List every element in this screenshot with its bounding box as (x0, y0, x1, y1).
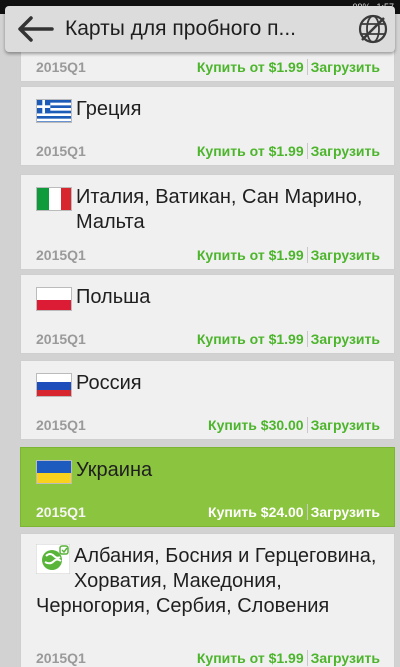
buy-button[interactable]: Купить от $1.99 (197, 143, 308, 159)
buy-button[interactable]: Купить от $1.99 (197, 650, 308, 666)
buy-button[interactable]: Купить $30.00 (208, 417, 308, 433)
edition-label: 2015Q1 (36, 650, 86, 666)
item-name: Албания, Босния и Герцеговина, Хорватия,… (36, 545, 377, 617)
buy-button[interactable]: Купить $24.00 (208, 504, 308, 520)
russia-flag-icon (36, 373, 72, 397)
buy-button[interactable]: Купить от $1.99 (197, 59, 308, 75)
item-name-row: Россия (21, 361, 394, 397)
item-name: Польша (76, 286, 151, 308)
item-actions: 2015Q1 Купить от $1.99 Загрузить (36, 330, 380, 348)
buy-button[interactable]: Купить от $1.99 (197, 247, 308, 263)
list-item[interactable]: Россия 2015Q1 Купить $30.00 Загрузить (20, 360, 395, 440)
poland-flag-icon (36, 287, 72, 311)
buy-button[interactable]: Купить от $1.99 (197, 331, 308, 347)
item-name: Украина (76, 459, 153, 481)
action-bar: Карты для пробного п... (5, 6, 395, 52)
globe-button[interactable] (351, 6, 395, 52)
download-button[interactable]: Загрузить (308, 331, 380, 347)
edition-label: 2015Q1 (36, 247, 86, 263)
item-actions: 2015Q1 Купить от $1.99 Загрузить (36, 58, 380, 76)
list-item[interactable]: Албания, Босния и Герцеговина, Хорватия,… (20, 533, 395, 667)
item-name: Россия (76, 372, 142, 394)
list-item[interactable]: Польша 2015Q1 Купить от $1.99 Загрузить (20, 274, 395, 354)
ukraine-flag-icon (36, 460, 72, 484)
item-name-row: Албания, Босния и Герцеговина, Хорватия,… (21, 534, 394, 619)
list-item[interactable]: Греция 2015Q1 Купить от $1.99 Загрузить (20, 86, 395, 166)
edition-label: 2015Q1 (36, 59, 86, 75)
item-actions: 2015Q1 Купить $24.00 Загрузить (36, 503, 380, 521)
item-name-row: Польша (21, 275, 394, 311)
list-item[interactable]: Италия, Ватикан, Сан Марино, Мальта 2015… (20, 174, 395, 270)
item-name-row: Греция (21, 87, 394, 123)
item-actions: 2015Q1 Купить $30.00 Загрузить (36, 416, 380, 434)
item-name: Италия, Ватикан, Сан Марино, Мальта (76, 186, 363, 233)
item-name-row: Украина (21, 448, 394, 484)
back-button[interactable] (5, 6, 65, 52)
greece-flag-icon (36, 99, 72, 123)
globe-crossed-icon (358, 14, 388, 44)
item-actions: 2015Q1 Купить от $1.99 Загрузить (36, 246, 380, 264)
item-name-row: Италия, Ватикан, Сан Марино, Мальта (21, 175, 394, 235)
download-button[interactable]: Загрузить (308, 59, 380, 75)
download-button[interactable]: Загрузить (308, 247, 380, 263)
download-button[interactable]: Загрузить (308, 417, 380, 433)
italy-flag-icon (36, 187, 72, 211)
download-button[interactable]: Загрузить (308, 143, 380, 159)
region-globe-icon (36, 544, 70, 574)
download-button[interactable]: Загрузить (308, 504, 380, 520)
arrow-left-icon (18, 16, 54, 42)
item-actions: 2015Q1 Купить от $1.99 Загрузить (36, 142, 380, 160)
edition-label: 2015Q1 (36, 504, 86, 520)
edition-label: 2015Q1 (36, 417, 86, 433)
list-item-selected[interactable]: Украина 2015Q1 Купить $24.00 Загрузить (20, 447, 395, 527)
page-title: Карты для пробного п... (65, 17, 297, 40)
edition-label: 2015Q1 (36, 143, 86, 159)
download-button[interactable]: Загрузить (308, 650, 380, 666)
item-actions: 2015Q1 Купить от $1.99 Загрузить (36, 649, 380, 667)
item-name: Греция (76, 98, 142, 120)
edition-label: 2015Q1 (36, 331, 86, 347)
